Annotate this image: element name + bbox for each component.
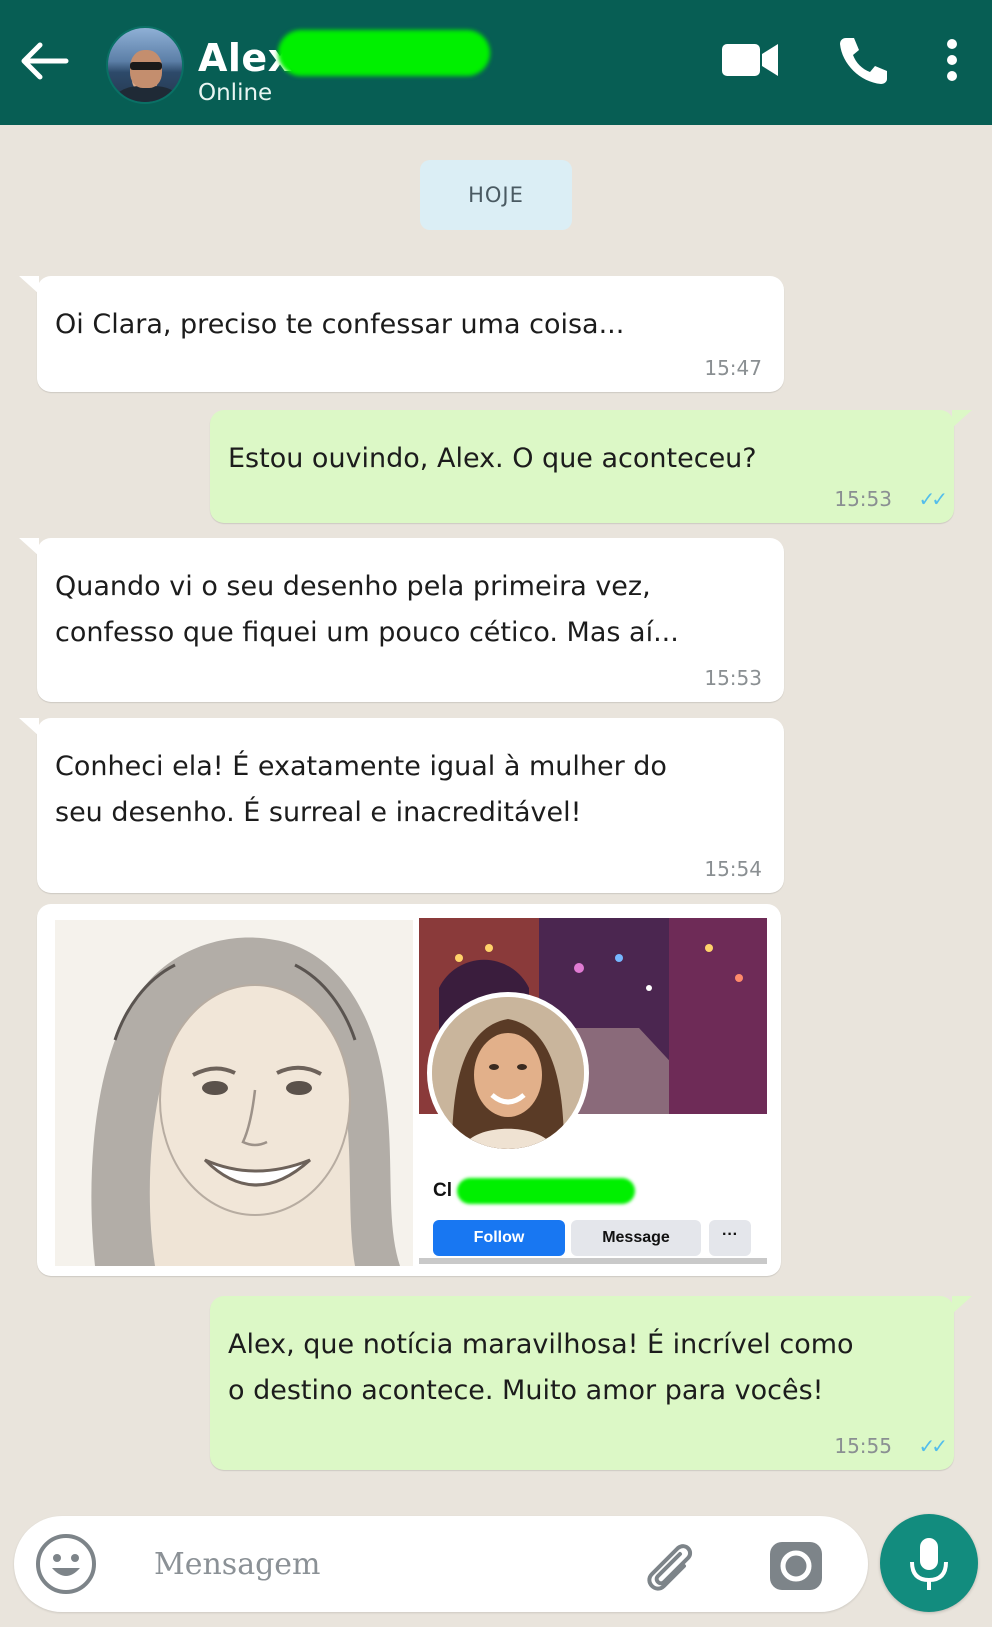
image-message[interactable]: Cl Follow Message ···	[37, 904, 781, 1276]
camera-icon[interactable]	[764, 1534, 828, 1598]
message-button: Message	[571, 1220, 701, 1256]
phone-icon[interactable]	[832, 32, 894, 88]
redaction-blur	[278, 30, 490, 76]
video-call-icon[interactable]	[720, 32, 782, 88]
more-options-button: ···	[709, 1220, 751, 1256]
message-time: 15:53	[704, 666, 762, 690]
message-time: 15:54	[704, 857, 762, 881]
follow-button: Follow	[433, 1220, 565, 1256]
message-bubble-outgoing[interactable]: Estou ouvindo, Alex. O que aconteceu? 15…	[210, 410, 972, 523]
read-ticks-icon: ✓✓	[918, 1434, 947, 1458]
back-arrow-icon[interactable]	[16, 34, 74, 88]
message-text: Estou ouvindo, Alex. O que aconteceu?	[228, 443, 757, 474]
contact-status: Online	[198, 80, 273, 106]
message-time: 15:47	[704, 356, 762, 380]
message-line: confesso que fiquei um pouco cético. Mas…	[55, 617, 679, 648]
message-text: Quando vi o seu desenho pela primeira ve…	[55, 564, 760, 656]
message-text: Alex, que notícia maravilhosa! É incríve…	[228, 1322, 930, 1414]
message-bubble-incoming[interactable]: Conheci ela! É exatamente igual à mulher…	[19, 718, 784, 893]
read-ticks-icon: ✓✓	[918, 487, 947, 511]
redaction-blur	[457, 1178, 635, 1204]
message-line: o destino acontece. Muito amor para você…	[228, 1375, 824, 1406]
profile-photo	[427, 992, 589, 1154]
message-bubble-incoming[interactable]: Oi Clara, preciso te confessar uma coisa…	[19, 276, 784, 392]
avatar[interactable]	[106, 26, 184, 104]
profile-name: Cl	[433, 1180, 452, 1201]
message-time: 15:53	[834, 487, 892, 511]
divider	[419, 1258, 767, 1264]
message-line: seu desenho. É surreal e inacreditável!	[55, 797, 582, 828]
message-text: Oi Clara, preciso te confessar uma coisa…	[55, 309, 625, 340]
composer-bar	[14, 1516, 868, 1612]
chat-header: Alex Online	[0, 0, 992, 125]
mic-icon	[910, 1538, 948, 1590]
more-vert-icon[interactable]	[930, 32, 974, 88]
attach-icon[interactable]	[636, 1534, 700, 1598]
message-time: 15:55	[834, 1434, 892, 1458]
facebook-profile-screenshot: Cl Follow Message ···	[419, 918, 767, 1264]
message-input[interactable]	[154, 1536, 624, 1592]
emoji-icon[interactable]	[34, 1532, 98, 1596]
message-line: Conheci ela! É exatamente igual à mulher…	[55, 751, 667, 782]
message-line: Alex, que notícia maravilhosa! É incríve…	[228, 1329, 854, 1360]
mic-button[interactable]	[880, 1514, 978, 1612]
message-text: Conheci ela! É exatamente igual à mulher…	[55, 744, 760, 836]
message-bubble-outgoing[interactable]: Alex, que notícia maravilhosa! É incríve…	[210, 1296, 972, 1470]
message-line: Quando vi o seu desenho pela primeira ve…	[55, 571, 651, 602]
date-separator: HOJE	[420, 160, 572, 230]
message-bubble-incoming[interactable]: Quando vi o seu desenho pela primeira ve…	[19, 538, 784, 702]
pencil-sketch-image[interactable]	[55, 920, 413, 1266]
